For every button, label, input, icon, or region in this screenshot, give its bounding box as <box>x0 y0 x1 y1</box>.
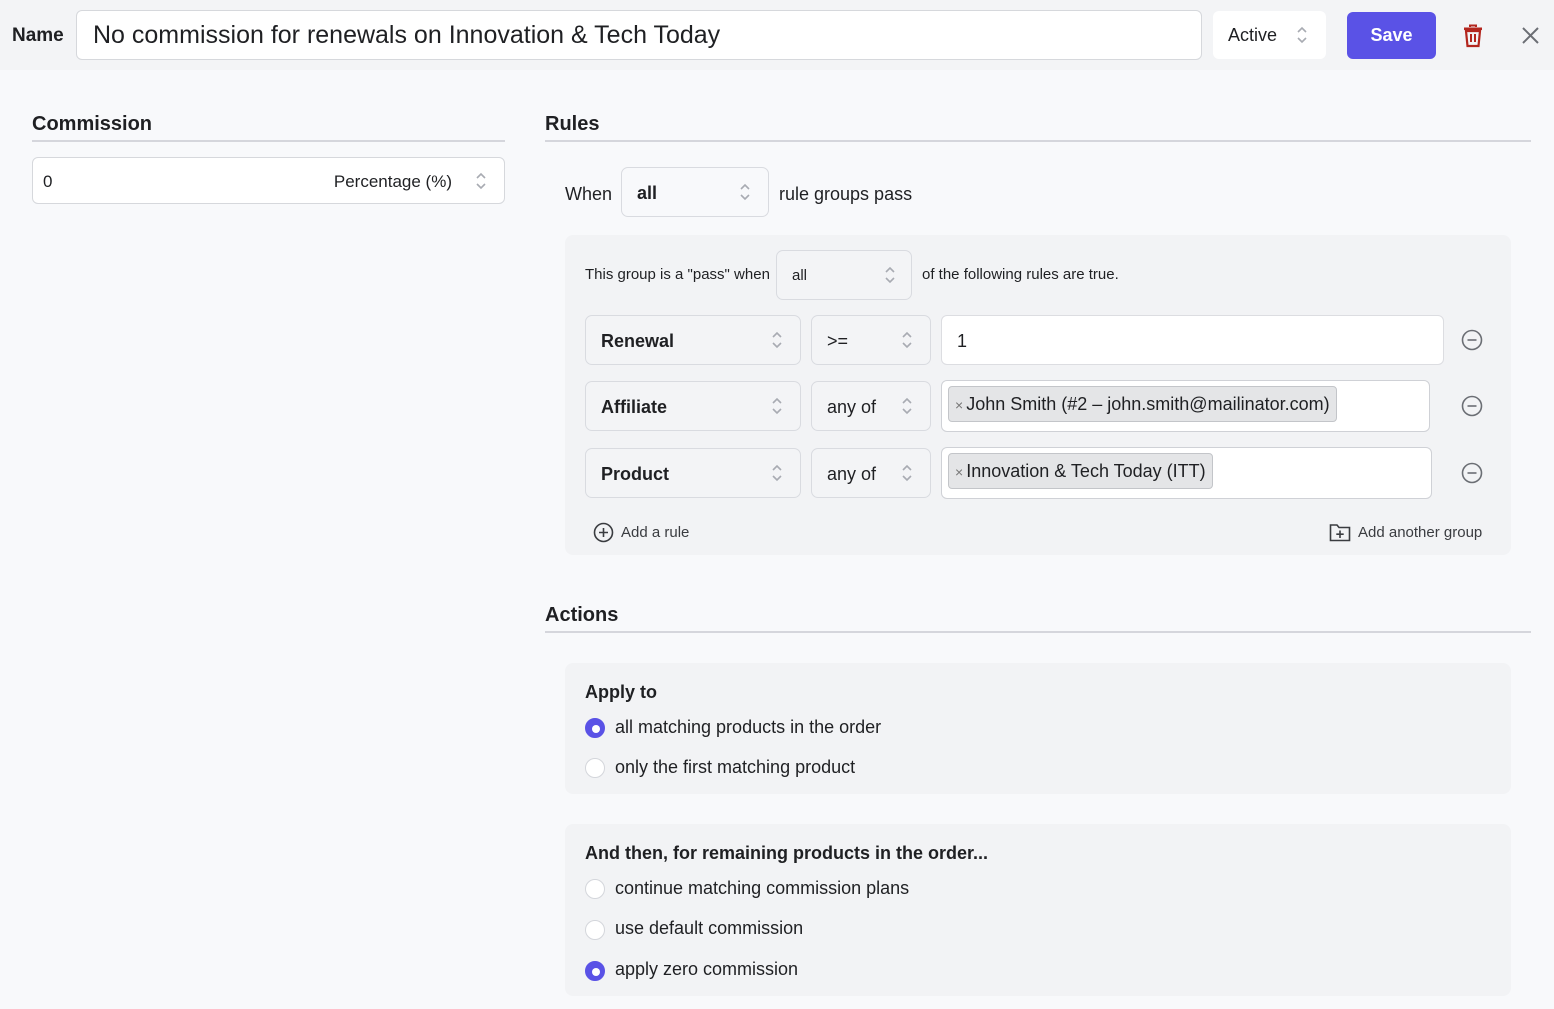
chevron-updown-icon <box>885 266 895 284</box>
rule-operator-value: any of <box>827 464 877 484</box>
chevron-updown-icon <box>1297 26 1307 44</box>
rule-value-input[interactable]: 1 <box>941 315 1444 365</box>
status-value: Active <box>1228 25 1278 45</box>
remaining-radio-zero[interactable] <box>585 961 605 981</box>
groups-mode-select[interactable]: all <box>621 167 769 217</box>
actions-divider <box>545 631 1531 633</box>
rule-field-value: Affiliate <box>601 397 668 417</box>
pass-prefix: This group is a "pass" when <box>585 266 770 283</box>
rule-operator-value: >= <box>827 331 849 351</box>
add-group-label: Add another group <box>1358 524 1483 541</box>
chip-label: John Smith (#2 – john.smith@mailinator.c… <box>966 394 1330 414</box>
name-input[interactable]: No commission for renewals on Innovation… <box>76 10 1202 60</box>
rule-operator-value: any of <box>827 397 877 417</box>
chevron-updown-icon <box>772 397 782 415</box>
pass-suffix: of the following rules are true. <box>922 266 1119 283</box>
actions-title: Actions <box>545 604 619 626</box>
remove-chip-icon[interactable]: × <box>955 397 963 413</box>
chevron-updown-icon <box>772 464 782 482</box>
rule-field-value: Renewal <box>601 331 675 351</box>
apply-to-radio-all[interactable] <box>585 718 605 738</box>
chevron-updown-icon <box>902 331 912 349</box>
remove-rule-icon[interactable] <box>1461 329 1483 351</box>
name-label: Name <box>12 25 64 46</box>
trash-icon[interactable] <box>1463 24 1483 48</box>
pass-mode-value: all <box>792 267 808 284</box>
product-multiselect[interactable]: × Innovation & Tech Today (ITT) <box>941 447 1432 499</box>
rule-operator-select[interactable]: >= <box>811 315 931 365</box>
apply-to-option-label: all matching products in the order <box>615 717 882 737</box>
status-select[interactable]: Active <box>1213 11 1326 59</box>
add-rule-label: Add a rule <box>621 524 690 541</box>
groups-mode-value: all <box>637 183 658 203</box>
folder-plus-icon <box>1329 524 1351 542</box>
affiliate-multiselect[interactable]: × John Smith (#2 – john.smith@mailinator.… <box>941 380 1430 432</box>
rule-field-select[interactable]: Renewal <box>585 315 801 365</box>
commission-divider <box>32 140 505 142</box>
remaining-option-label: apply zero commission <box>615 959 799 979</box>
chevron-updown-icon <box>902 397 912 415</box>
plus-circle-icon <box>593 522 614 543</box>
chevron-updown-icon <box>740 183 750 201</box>
rule-field-value: Product <box>601 464 670 484</box>
pass-mode-select[interactable]: all <box>776 250 912 300</box>
remove-rule-icon[interactable] <box>1461 395 1483 417</box>
selected-chip: × Innovation & Tech Today (ITT) <box>948 453 1213 489</box>
rule-operator-select[interactable]: any of <box>811 381 931 431</box>
chip-label: Innovation & Tech Today (ITT) <box>966 461 1206 481</box>
save-button[interactable]: Save <box>1347 12 1436 59</box>
rule-field-select[interactable]: Product <box>585 448 801 498</box>
rules-title: Rules <box>545 113 600 135</box>
remaining-option-label: use default commission <box>615 918 804 938</box>
when-label: When <box>565 184 613 204</box>
commission-type-select[interactable]: Percentage (%) <box>334 172 452 192</box>
apply-to-option-label: only the first matching product <box>615 757 856 777</box>
rule-operator-select[interactable]: any of <box>811 448 931 498</box>
remaining-radio-continue[interactable] <box>585 879 605 899</box>
close-icon[interactable] <box>1521 26 1540 45</box>
chevron-updown-icon <box>902 464 912 482</box>
selected-chip: × John Smith (#2 – john.smith@mailinator.… <box>948 386 1337 422</box>
rules-divider <box>545 140 1531 142</box>
remaining-title: And then, for remaining products in the … <box>585 843 989 863</box>
apply-to-title: Apply to <box>585 682 657 702</box>
groups-suffix: rule groups pass <box>779 184 913 204</box>
commission-amount-input[interactable]: 0 <box>43 172 52 192</box>
header-bar: Name No commission for renewals on Innov… <box>0 0 1554 70</box>
remaining-option-label: continue matching commission plans <box>615 878 910 898</box>
chevron-updown-icon <box>476 172 486 190</box>
chevron-updown-icon <box>772 331 782 349</box>
add-group-button[interactable]: Add another group <box>1329 522 1489 544</box>
remove-chip-icon[interactable]: × <box>955 464 963 480</box>
remaining-radio-default[interactable] <box>585 920 605 940</box>
remove-rule-icon[interactable] <box>1461 462 1483 484</box>
commission-field[interactable]: 0 Percentage (%) <box>32 157 505 204</box>
commission-title: Commission <box>32 113 153 135</box>
apply-to-radio-first[interactable] <box>585 758 605 778</box>
rule-value: 1 <box>957 331 968 351</box>
rule-field-select[interactable]: Affiliate <box>585 381 801 431</box>
